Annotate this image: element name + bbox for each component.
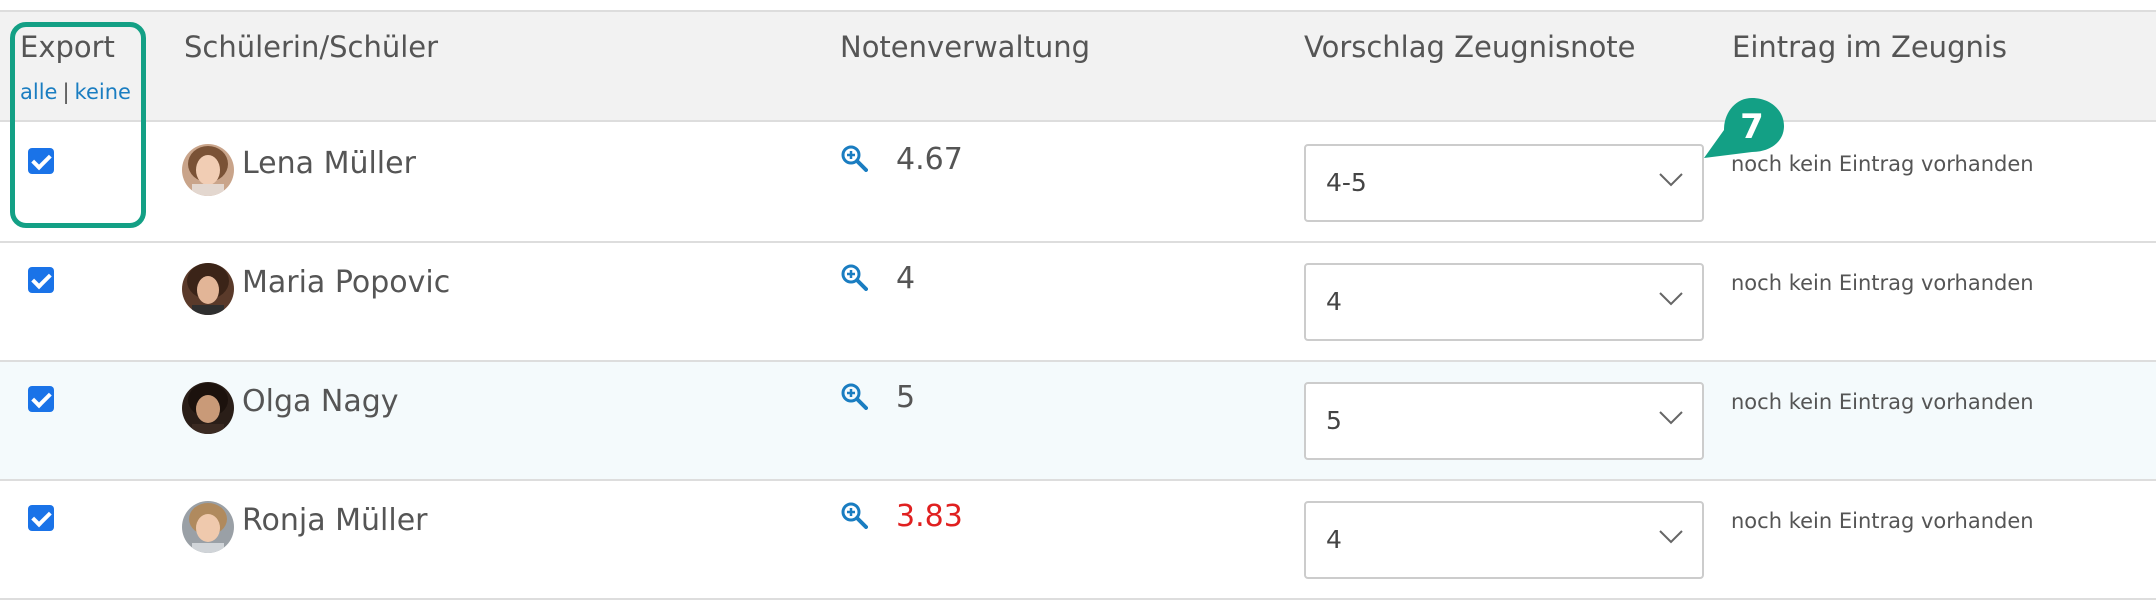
grade-average: 3.83 bbox=[896, 499, 963, 534]
student-name: Lena Müller bbox=[242, 146, 416, 181]
table-header: Export alle | keine Schülerin/Schüler Note… bbox=[0, 10, 2156, 122]
chevron-down-icon bbox=[1659, 292, 1683, 306]
select-none-link[interactable]: keine bbox=[75, 80, 131, 104]
suggestion-value: 4 bbox=[1326, 287, 1342, 316]
suggestion-select[interactable]: 4-5 bbox=[1304, 144, 1704, 222]
grade-average: 5 bbox=[896, 380, 916, 415]
zoom-in-icon[interactable] bbox=[840, 382, 868, 410]
export-checkbox[interactable] bbox=[28, 386, 54, 412]
report-entry-status: noch kein Eintrag vorhanden bbox=[1731, 390, 2034, 414]
table-row: Ronja Müller 3.83 4 noch kein Eintrag vo… bbox=[0, 481, 2156, 600]
suggestion-select[interactable]: 4 bbox=[1304, 263, 1704, 341]
avatar bbox=[182, 263, 234, 315]
chevron-down-icon bbox=[1659, 411, 1683, 425]
header-report-entry: Eintrag im Zeugnis bbox=[1732, 30, 2008, 64]
zoom-in-icon[interactable] bbox=[840, 501, 868, 529]
table-row: Lena Müller 4.67 4-5 noch kein Eintrag v… bbox=[0, 124, 2156, 243]
report-entry-status: noch kein Eintrag vorhanden bbox=[1731, 509, 2034, 533]
selector-separator: | bbox=[62, 80, 70, 104]
grade-average: 4 bbox=[896, 261, 916, 296]
header-export: Export bbox=[20, 30, 115, 64]
suggestion-value: 5 bbox=[1326, 406, 1342, 435]
student-name: Olga Nagy bbox=[242, 384, 399, 419]
zoom-in-icon[interactable] bbox=[840, 263, 868, 291]
header-student: Schülerin/Schüler bbox=[184, 30, 439, 64]
suggestion-select[interactable]: 4 bbox=[1304, 501, 1704, 579]
avatar bbox=[182, 501, 234, 553]
callout-number: 7 bbox=[1740, 107, 1764, 147]
export-selector: alle | keine bbox=[20, 80, 131, 104]
chevron-down-icon bbox=[1659, 173, 1683, 187]
suggestion-select[interactable]: 5 bbox=[1304, 382, 1704, 460]
zoom-in-icon[interactable] bbox=[840, 144, 868, 172]
grade-average: 4.67 bbox=[896, 142, 963, 177]
header-suggestion: Vorschlag Zeugnisnote bbox=[1304, 30, 1636, 64]
header-grades: Notenverwaltung bbox=[840, 30, 1091, 64]
suggestion-value: 4-5 bbox=[1326, 168, 1367, 197]
export-checkbox[interactable] bbox=[28, 148, 54, 174]
select-all-link[interactable]: alle bbox=[20, 80, 57, 104]
chevron-down-icon bbox=[1659, 530, 1683, 544]
student-name: Ronja Müller bbox=[242, 503, 428, 538]
avatar bbox=[182, 144, 234, 196]
export-checkbox[interactable] bbox=[28, 267, 54, 293]
avatar bbox=[182, 382, 234, 434]
table-row: Maria Popovic 4 4 noch kein Eintrag vorh… bbox=[0, 243, 2156, 362]
export-checkbox[interactable] bbox=[28, 505, 54, 531]
student-name: Maria Popovic bbox=[242, 265, 451, 300]
report-entry-status: noch kein Eintrag vorhanden bbox=[1731, 271, 2034, 295]
table-row: Olga Nagy 5 5 noch kein Eintrag vorhande… bbox=[0, 362, 2156, 481]
suggestion-value: 4 bbox=[1326, 525, 1342, 554]
